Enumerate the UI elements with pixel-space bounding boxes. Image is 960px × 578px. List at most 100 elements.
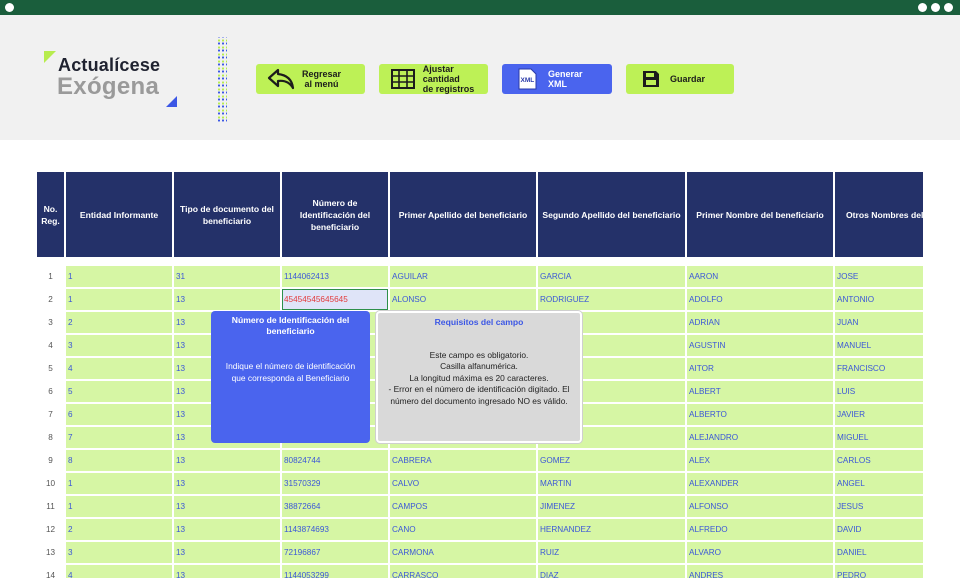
table-cell[interactable]: ANGEL: [835, 473, 923, 494]
table-cell[interactable]: RODRIGUEZ: [538, 289, 685, 310]
table-cell[interactable]: 8: [66, 450, 172, 471]
table-row[interactable]: 1 1 31 1144062413 AGUILAR GARCIA AARON JOSE: [37, 266, 923, 287]
table-cell[interactable]: CABRERA: [390, 450, 536, 471]
table-cell[interactable]: 4: [66, 565, 172, 578]
table-cell[interactable]: ALEX: [687, 450, 833, 471]
table-cell[interactable]: 7: [66, 427, 172, 448]
column-header[interactable]: Tipo de documento del beneficiario: [174, 172, 280, 257]
table-row[interactable]: 2 1 13 45454545645645 ALONSO RODRIGUEZ ADOLFO A…: [37, 289, 923, 310]
table-cell[interactable]: AGUSTIN: [687, 335, 833, 356]
table-cell[interactable]: 31570329: [282, 473, 388, 494]
table-cell[interactable]: 72196867: [282, 542, 388, 563]
table-cell[interactable]: AITOR: [687, 358, 833, 379]
table-cell[interactable]: CALVO: [390, 473, 536, 494]
table-cell[interactable]: CARRASCO: [390, 565, 536, 578]
table-cell[interactable]: FRANCISCO: [835, 358, 923, 379]
table-cell[interactable]: 5: [66, 381, 172, 402]
back-to-menu-button[interactable]: Regresar al menú: [256, 64, 365, 94]
table-cell[interactable]: 13: [174, 289, 280, 310]
table-cell[interactable]: 1: [66, 496, 172, 517]
table-cell[interactable]: GOMEZ: [538, 450, 685, 471]
table-cell[interactable]: MANUEL: [835, 335, 923, 356]
table-cell[interactable]: RUIZ: [538, 542, 685, 563]
table-cell[interactable]: LUIS: [835, 381, 923, 402]
table-cell[interactable]: MARTIN: [538, 473, 685, 494]
column-header[interactable]: Entidad Informante: [66, 172, 172, 257]
column-header[interactable]: Número de Identificación del beneficiari…: [282, 172, 388, 257]
table-cell[interactable]: ALEXANDER: [687, 473, 833, 494]
table-cell[interactable]: CANO: [390, 519, 536, 540]
table-cell[interactable]: HERNANDEZ: [538, 519, 685, 540]
table-cell[interactable]: JAVIER: [835, 404, 923, 425]
table-cell[interactable]: ALBERTO: [687, 404, 833, 425]
column-header[interactable]: Primer Apellido del beneficiario: [390, 172, 536, 257]
adjust-records-button[interactable]: Ajustar cantidad de registros: [379, 64, 488, 94]
table-cell[interactable]: CARLOS: [835, 450, 923, 471]
table-cell[interactable]: DIAZ: [538, 565, 685, 578]
table-row[interactable]: 10 1 13 31570329 CALVO MARTIN ALEXANDER ANGEL: [37, 473, 923, 494]
table-cell[interactable]: 1144062413: [282, 266, 388, 287]
table-row[interactable]: 12 2 13 1143874693 CANO HERNANDEZ ALFREDO DAVID: [37, 519, 923, 540]
table-cell[interactable]: ALFONSO: [687, 496, 833, 517]
table-cell[interactable]: JESUS: [835, 496, 923, 517]
table-cell[interactable]: 80824744: [282, 450, 388, 471]
window-dot-icon[interactable]: [931, 3, 940, 12]
table-cell[interactable]: 6: [66, 404, 172, 425]
table-cell[interactable]: CAMPOS: [390, 496, 536, 517]
table-cell[interactable]: ADRIAN: [687, 312, 833, 333]
table-row[interactable]: 11 1 13 38872664 CAMPOS JIMENEZ ALFONSO JESUS: [37, 496, 923, 517]
table-cell[interactable]: ANDRES: [687, 565, 833, 578]
column-header[interactable]: No. Reg.: [37, 172, 64, 257]
window-dot-icon[interactable]: [918, 3, 927, 12]
row-number-cell: 1: [37, 266, 64, 287]
table-cell[interactable]: CARMONA: [390, 542, 536, 563]
table-cell[interactable]: 1: [66, 289, 172, 310]
table-cell[interactable]: ANTONIO: [835, 289, 923, 310]
generate-xml-button[interactable]: XML Generar XML: [502, 64, 612, 94]
table-cell[interactable]: 13: [174, 565, 280, 578]
table-cell[interactable]: 4: [66, 358, 172, 379]
table-cell[interactable]: 1143874693: [282, 519, 388, 540]
table-cell[interactable]: JUAN: [835, 312, 923, 333]
table-cell[interactable]: DANIEL: [835, 542, 923, 563]
table-cell[interactable]: 13: [174, 496, 280, 517]
table-row[interactable]: 13 3 13 72196867 CARMONA RUIZ ALVARO DANIEL: [37, 542, 923, 563]
table-cell[interactable]: ALONSO: [390, 289, 536, 310]
table-row[interactable]: 9 8 13 80824744 CABRERA GOMEZ ALEX CARLOS: [37, 450, 923, 471]
table-cell[interactable]: ADOLFO: [687, 289, 833, 310]
table-cell[interactable]: PEDRO: [835, 565, 923, 578]
table-cell[interactable]: JIMENEZ: [538, 496, 685, 517]
save-button[interactable]: Guardar: [626, 64, 734, 94]
table-cell[interactable]: ALFREDO: [687, 519, 833, 540]
table-cell[interactable]: 13: [174, 450, 280, 471]
table-cell[interactable]: 31: [174, 266, 280, 287]
window-dot-icon[interactable]: [944, 3, 953, 12]
table-cell[interactable]: 2: [66, 519, 172, 540]
table-row[interactable]: 14 4 13 1144053299 CARRASCO DIAZ ANDRES PEDRO: [37, 565, 923, 578]
id-number-cell-error[interactable]: 45454545645645: [282, 289, 388, 310]
table-cell[interactable]: 3: [66, 542, 172, 563]
table-cell[interactable]: ALVARO: [687, 542, 833, 563]
table-cell[interactable]: 1: [66, 473, 172, 494]
table-cell[interactable]: ALBERT: [687, 381, 833, 402]
column-header[interactable]: Segundo Apellido del beneficiario: [538, 172, 685, 257]
table-cell[interactable]: 2: [66, 312, 172, 333]
table-cell[interactable]: 13: [174, 519, 280, 540]
table-cell[interactable]: 1144053299: [282, 565, 388, 578]
table-cell[interactable]: AGUILAR: [390, 266, 536, 287]
column-header[interactable]: Otros Nombres del beneficiario: [835, 172, 923, 257]
table-cell[interactable]: 3: [66, 335, 172, 356]
table-cell[interactable]: 38872664: [282, 496, 388, 517]
row-number-cell: 7: [37, 404, 64, 425]
table-cell[interactable]: ALEJANDRO: [687, 427, 833, 448]
table-cell[interactable]: AARON: [687, 266, 833, 287]
column-header[interactable]: Primer Nombre del beneficiario: [687, 172, 833, 257]
save-label: Guardar: [670, 74, 706, 84]
table-cell[interactable]: JOSE: [835, 266, 923, 287]
table-cell[interactable]: GARCIA: [538, 266, 685, 287]
table-cell[interactable]: 13: [174, 542, 280, 563]
table-cell[interactable]: DAVID: [835, 519, 923, 540]
table-cell[interactable]: MIGUEL: [835, 427, 923, 448]
table-cell[interactable]: 1: [66, 266, 172, 287]
table-cell[interactable]: 13: [174, 473, 280, 494]
